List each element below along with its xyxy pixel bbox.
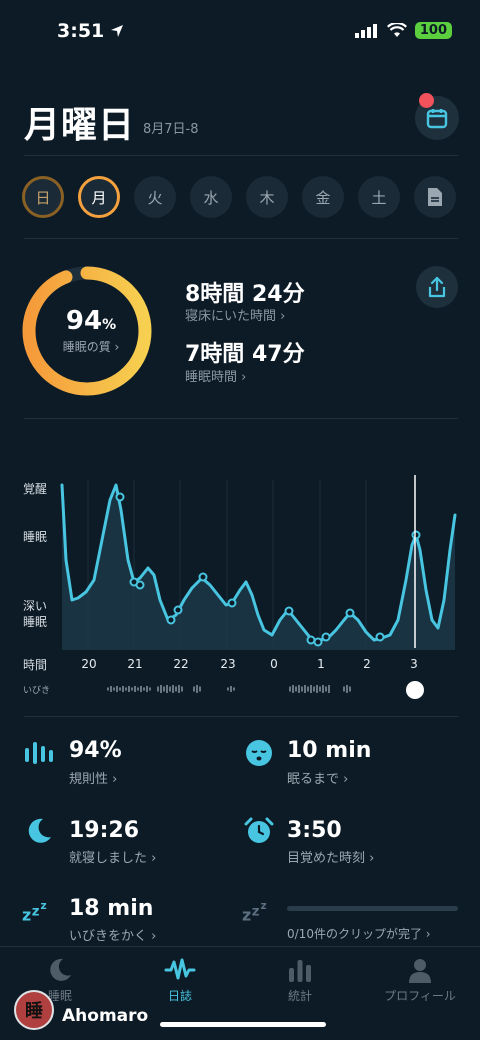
wake-link[interactable]: 目覚めた時刻 ›: [287, 847, 374, 866]
watermark-seal: 睡: [14, 990, 54, 1030]
signal-icon: [354, 23, 377, 38]
bedtime-value: 19:26: [69, 818, 140, 843]
location-arrow-icon: [111, 25, 124, 37]
chart-marker: [284, 606, 294, 616]
snore-track[interactable]: [0, 676, 480, 704]
svg-text:z: z: [22, 906, 31, 924]
chart-marker: [345, 608, 355, 618]
tab-profile[interactable]: プロフィール: [360, 956, 480, 1004]
notification-dot: [419, 93, 434, 108]
wave-icon: [164, 958, 196, 980]
chart-marker: [227, 598, 237, 608]
wake-value: 3:50: [287, 818, 342, 843]
divider: [24, 716, 458, 717]
watermark-text: Ahomaro: [62, 1006, 149, 1026]
tab-label: 統計: [287, 989, 312, 1003]
chart-marker: [375, 632, 385, 642]
page-title: 月曜日: [24, 105, 136, 146]
time-in-bed-link[interactable]: 寝床にいた時間 ›: [185, 305, 285, 324]
calendar-icon: [426, 109, 448, 129]
alarm-clock-icon: [244, 816, 274, 846]
snore-link[interactable]: いびきをかく ›: [69, 925, 156, 944]
svg-text:z: z: [242, 906, 251, 924]
clips-zzz-icon: zzz: [242, 895, 272, 925]
x-tick: 22: [173, 657, 189, 671]
regularity-link[interactable]: 規則性 ›: [69, 768, 117, 787]
sleep-time-link[interactable]: 睡眠時間 ›: [185, 366, 246, 385]
chart-marker: [198, 572, 208, 582]
bedtime-link[interactable]: 就寝しました ›: [69, 847, 156, 866]
home-indicator[interactable]: [160, 1022, 326, 1027]
bar-chart-icon: [289, 960, 311, 982]
svg-text:z: z: [261, 900, 267, 912]
snore-value: 18 min: [69, 896, 154, 921]
share-icon: [428, 276, 446, 298]
x-tick: 2: [363, 657, 371, 671]
person-icon: [409, 959, 431, 983]
tab-label: 日誌: [167, 989, 192, 1003]
date-range: 8月7日-8: [143, 122, 199, 137]
moon-icon: [50, 958, 71, 981]
svg-text:z: z: [252, 904, 260, 919]
day-friday[interactable]: 金: [302, 176, 344, 218]
day-thursday[interactable]: 木: [246, 176, 288, 218]
day-wednesday[interactable]: 水: [190, 176, 232, 218]
chart-marker: [135, 580, 145, 590]
sleep-time-value: 7時間 47分: [185, 342, 305, 367]
document-icon: [428, 188, 442, 206]
chart-marker: [173, 605, 183, 615]
battery-indicator: 100: [414, 22, 452, 39]
share-button[interactable]: [416, 266, 458, 308]
status-time: 3:51: [57, 20, 124, 42]
x-tick: 0: [270, 657, 278, 671]
fall-asleep-link[interactable]: 眠るまで ›: [287, 768, 348, 787]
sleepy-face-icon: [244, 738, 274, 768]
sleep-chart[interactable]: [0, 470, 480, 670]
clock: 3:51: [57, 20, 105, 42]
fall-asleep-value: 10 min: [287, 738, 372, 763]
regularity-value: 94%: [69, 738, 122, 763]
tab-label: プロフィール: [384, 989, 456, 1003]
wifi-icon: [386, 23, 407, 37]
quality-value: 94%: [65, 306, 117, 336]
chart-marker: [411, 530, 421, 540]
chart-marker: [313, 637, 323, 647]
divider: [24, 155, 458, 156]
clips-progress-bar: [287, 906, 458, 911]
chart-marker: [166, 615, 176, 625]
moon-icon: [24, 816, 54, 846]
time-in-bed-value: 8時間 24分: [185, 282, 305, 307]
svg-text:z: z: [41, 900, 47, 912]
chart-marker: [306, 635, 316, 645]
day-saturday[interactable]: 土: [358, 176, 400, 218]
divider: [24, 238, 458, 239]
x-tick: 1: [317, 657, 325, 671]
chart-marker: [321, 632, 331, 642]
playhead: [406, 681, 424, 699]
status-indicators: 100: [354, 22, 452, 39]
chart-marker: [115, 492, 125, 502]
day-tuesday[interactable]: 火: [134, 176, 176, 218]
notes-button[interactable]: [414, 176, 456, 218]
tab-stats[interactable]: 統計: [240, 956, 360, 1004]
clips-link[interactable]: 0/10件のクリップが完了 ›: [287, 925, 431, 942]
x-tick: 21: [127, 657, 143, 671]
divider: [24, 418, 458, 419]
x-tick: 20: [81, 657, 97, 671]
x-tick: 3: [410, 657, 418, 671]
x-tick: 23: [220, 657, 236, 671]
tab-journal[interactable]: 日誌: [120, 956, 240, 1004]
bars-icon: [24, 738, 54, 768]
day-monday[interactable]: 月: [78, 176, 120, 218]
snore-zzz-icon: zzz: [22, 895, 52, 925]
day-sunday[interactable]: 日: [22, 176, 64, 218]
quality-label[interactable]: 睡眠の質 ›: [50, 338, 132, 355]
svg-text:z: z: [32, 904, 40, 919]
